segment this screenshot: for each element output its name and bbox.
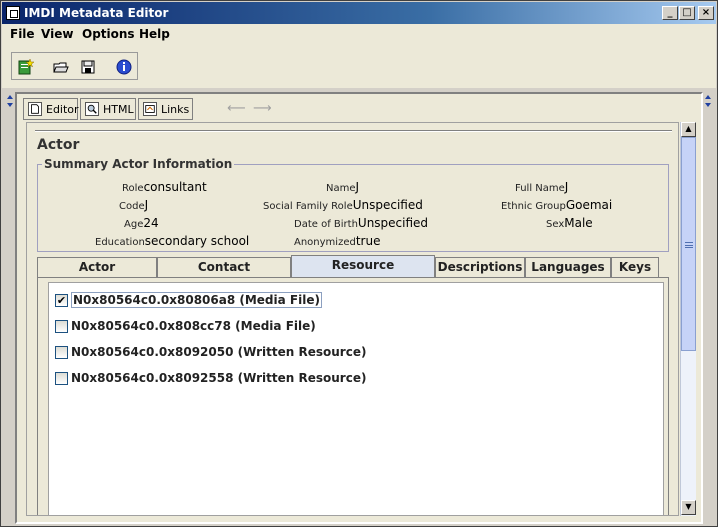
maximize-button[interactable]: □ <box>679 6 695 20</box>
field-ethnic-group: Ethnic GroupGoemai <box>501 198 613 212</box>
field-name: NameJ <box>326 180 360 194</box>
open-folder-icon[interactable] <box>52 58 70 76</box>
subtab-html[interactable]: HTML <box>80 98 136 120</box>
resource-label: N0x80564c0.0x808cc78 (Media File) <box>71 319 316 333</box>
resource-list: ✔ N0x80564c0.0x80806a8 (Media File) N0x8… <box>48 282 664 515</box>
tab-descriptions[interactable]: Descriptions <box>435 257 525 277</box>
magnifier-icon <box>85 102 99 116</box>
editor-panel: Actor Summary Actor Information Rolecons… <box>26 122 679 516</box>
right-split-grip[interactable] <box>704 91 712 523</box>
field-full-name: Full NameJ <box>515 180 569 194</box>
vertical-scrollbar[interactable]: ▲ ▼ <box>680 122 696 516</box>
menu-help[interactable]: Help <box>139 27 170 41</box>
back-arrow-icon[interactable]: ⟵ <box>227 101 246 117</box>
scroll-up-icon[interactable]: ▲ <box>681 122 696 137</box>
document-icon <box>28 102 42 116</box>
subtab-editor[interactable]: Editor <box>23 98 79 120</box>
subtab-editor-label: Editor <box>46 103 79 116</box>
summary-box: Summary Actor Information Roleconsultant… <box>37 157 669 252</box>
app-icon <box>6 6 20 20</box>
resource-references-body: ✔ N0x80564c0.0x80806a8 (Media File) N0x8… <box>37 277 669 515</box>
forward-arrow-icon[interactable]: ⟶ <box>253 101 272 117</box>
main-toolbar <box>11 52 138 80</box>
menu-options[interactable]: Options <box>82 27 135 41</box>
new-session-icon[interactable] <box>17 58 35 76</box>
window-title: IMDI Metadata Editor <box>24 6 169 20</box>
resource-label: N0x80564c0.0x80806a8 (Media File) <box>71 292 322 308</box>
close-button[interactable]: × <box>698 6 714 20</box>
field-role: Roleconsultant <box>122 180 207 194</box>
minimize-button[interactable]: _ <box>662 6 678 20</box>
resource-label: N0x80564c0.0x8092558 (Written Resource) <box>71 371 367 385</box>
field-date-of-birth: Date of BirthUnspecified <box>294 216 429 230</box>
tab-keys[interactable]: Keys <box>611 257 659 277</box>
field-family-role: Social Family RoleUnspecified <box>263 198 423 212</box>
info-icon[interactable] <box>115 58 133 76</box>
subtab-html-label: HTML <box>103 103 134 116</box>
resource-label: N0x80564c0.0x8092050 (Written Resource) <box>71 345 367 359</box>
tab-contact-information[interactable]: Contact Information <box>157 257 291 292</box>
scrollbar-thumb[interactable] <box>681 137 696 351</box>
toolbar-area <box>2 44 716 88</box>
menu-file[interactable]: File <box>10 27 35 41</box>
resource-checkbox[interactable] <box>55 372 68 385</box>
subtab-links[interactable]: Links <box>138 98 193 120</box>
app-window: IMDI Metadata Editor _ □ × File View Opt… <box>0 0 718 527</box>
field-anonymized: Anonymizedtrue <box>294 234 381 248</box>
field-age: Age24 <box>124 216 159 230</box>
tab-resource-references[interactable]: Resource References <box>291 255 435 290</box>
field-sex: SexMale <box>546 216 593 230</box>
menu-bar: File View Options Help <box>2 24 716 44</box>
menu-view[interactable]: View <box>41 27 73 41</box>
scroll-down-icon[interactable]: ▼ <box>681 500 696 515</box>
resource-checkbox[interactable] <box>55 346 68 359</box>
tab-actor-information[interactable]: Actor Information <box>37 257 157 292</box>
subtab-links-label: Links <box>161 103 190 116</box>
field-education: Educationsecondary school <box>95 234 250 248</box>
save-disk-icon[interactable] <box>79 58 97 76</box>
top-separator <box>35 130 672 132</box>
field-code: CodeJ <box>119 198 149 212</box>
panel-title: Actor <box>37 137 80 153</box>
resource-checkbox[interactable]: ✔ <box>55 294 68 307</box>
left-split-grip[interactable] <box>6 91 14 523</box>
summary-title: Summary Actor Information <box>42 157 235 171</box>
title-bar: IMDI Metadata Editor _ □ × <box>2 2 716 24</box>
resource-checkbox[interactable] <box>55 320 68 333</box>
tab-languages[interactable]: Languages <box>525 257 611 277</box>
link-icon <box>143 102 157 116</box>
